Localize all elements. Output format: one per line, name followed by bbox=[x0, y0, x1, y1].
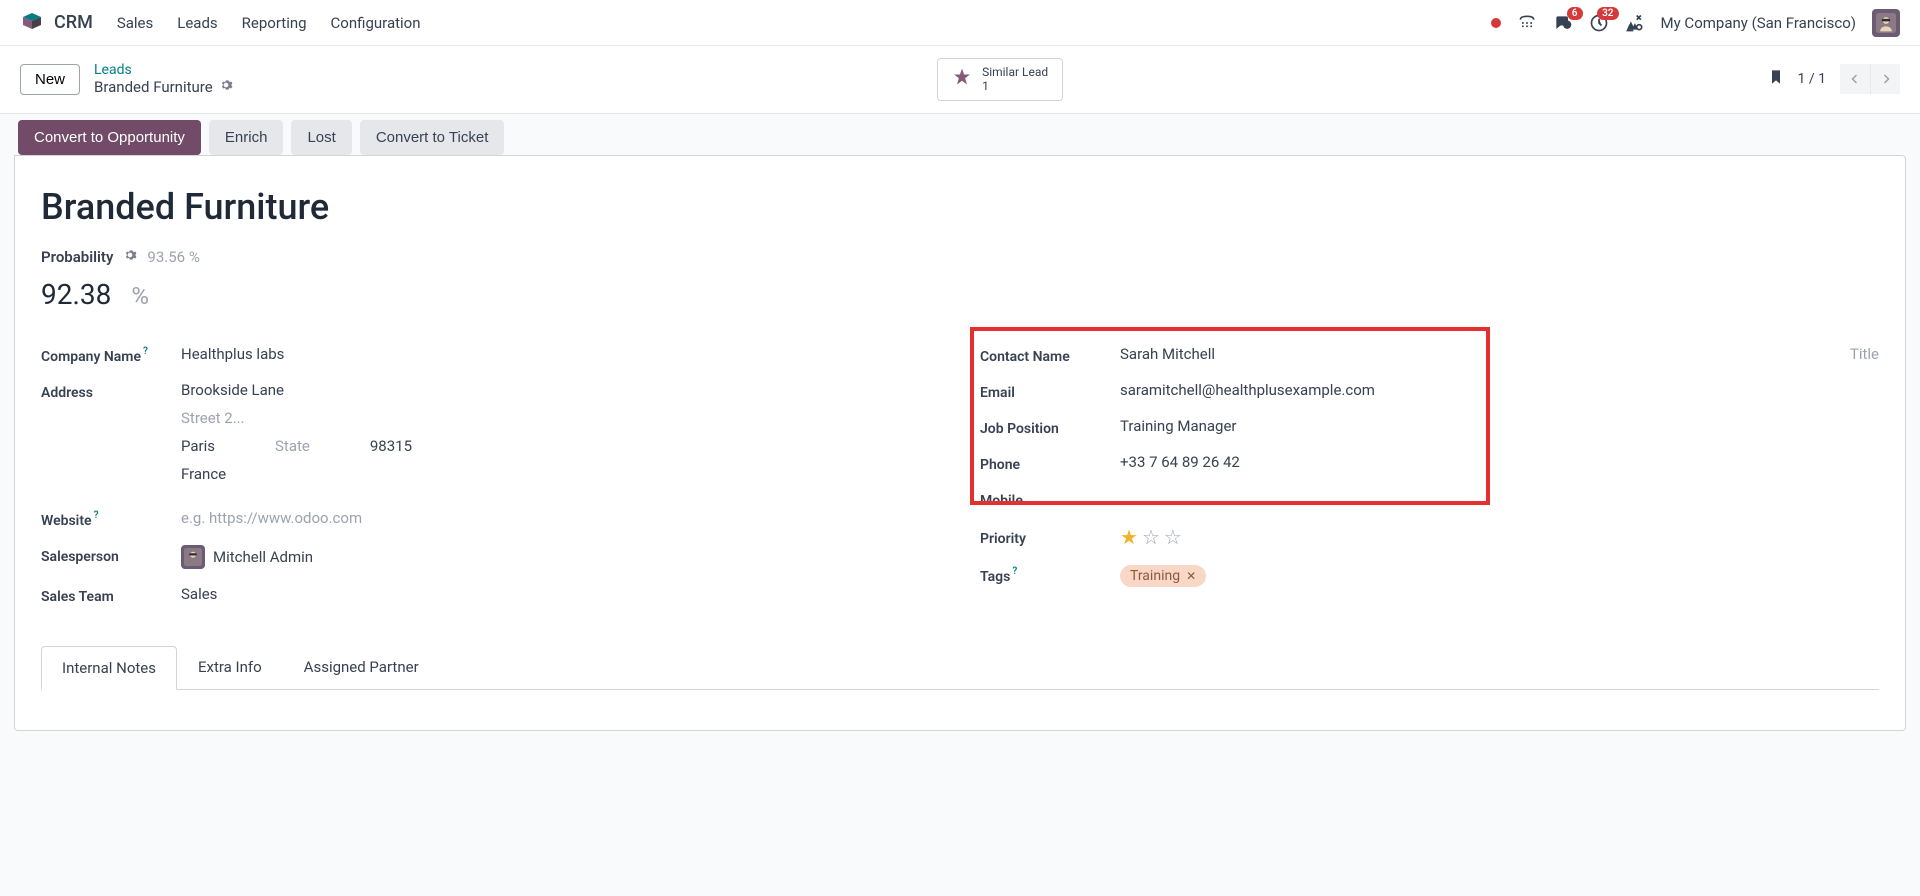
tags-label: Tags? bbox=[980, 565, 1120, 585]
debug-icon[interactable] bbox=[1625, 13, 1645, 33]
action-bar: Convert to Opportunity Enrich Lost Conve… bbox=[14, 114, 1906, 155]
messages-icon[interactable]: 6 bbox=[1553, 13, 1573, 33]
probability-value[interactable]: 92.38 bbox=[41, 278, 111, 311]
activities-badge: 32 bbox=[1597, 7, 1618, 20]
company-name-value[interactable]: Healthplus labs bbox=[181, 345, 940, 363]
enrich-button[interactable]: Enrich bbox=[209, 120, 284, 155]
phone-icon[interactable] bbox=[1517, 13, 1537, 33]
zip-input[interactable]: 98315 bbox=[370, 437, 412, 455]
company-name-label: Company Name? bbox=[41, 345, 181, 365]
bookmark-icon[interactable] bbox=[1768, 68, 1784, 90]
menu-reporting[interactable]: Reporting bbox=[242, 14, 307, 32]
help-icon[interactable]: ? bbox=[1012, 566, 1017, 577]
next-button[interactable] bbox=[1870, 64, 1900, 94]
right-column: Contact Name Sarah Mitchell Title Email … bbox=[980, 345, 1879, 621]
gear-icon[interactable] bbox=[219, 78, 233, 96]
contact-name-label: Contact Name bbox=[980, 345, 1120, 365]
help-icon[interactable]: ? bbox=[143, 346, 148, 357]
app-name[interactable]: CRM bbox=[54, 12, 93, 33]
probability-label: Probability bbox=[41, 248, 113, 266]
breadcrumb-current-text: Branded Furniture bbox=[94, 78, 213, 96]
contact-title-input[interactable]: Title bbox=[1850, 345, 1879, 363]
job-position-value[interactable]: Training Manager bbox=[1120, 417, 1879, 435]
sales-team-value[interactable]: Sales bbox=[181, 585, 940, 603]
notebook-tabs: Internal Notes Extra Info Assigned Partn… bbox=[41, 645, 1879, 689]
phone-value[interactable]: +33 7 64 89 26 42 bbox=[1120, 453, 1879, 471]
star-2-icon[interactable]: ☆ bbox=[1142, 525, 1160, 549]
similar-count: 1 bbox=[982, 79, 1048, 93]
similar-lead-button[interactable]: Similar Lead 1 bbox=[937, 58, 1063, 101]
salesperson-avatar bbox=[181, 545, 205, 569]
probability-auto: 93.56 % bbox=[147, 248, 199, 266]
menu-leads[interactable]: Leads bbox=[177, 14, 217, 32]
email-value[interactable]: saramitchell@healthplusexample.com bbox=[1120, 381, 1879, 399]
top-nav: CRM Sales Leads Reporting Configuration … bbox=[0, 0, 1920, 46]
street1-input[interactable]: Brookside Lane bbox=[181, 381, 940, 399]
star-1-icon[interactable]: ★ bbox=[1120, 525, 1138, 549]
breadcrumb-back[interactable]: Leads bbox=[94, 62, 233, 78]
street2-input[interactable]: Street 2... bbox=[181, 409, 940, 427]
probability-gear-icon[interactable] bbox=[123, 248, 137, 266]
tab-extra-info[interactable]: Extra Info bbox=[177, 645, 283, 689]
new-button[interactable]: New bbox=[20, 64, 80, 95]
help-icon[interactable]: ? bbox=[94, 510, 99, 521]
record-indicator-icon[interactable] bbox=[1491, 18, 1501, 28]
prev-button[interactable] bbox=[1840, 64, 1870, 94]
star-icon bbox=[952, 67, 972, 91]
address-label: Address bbox=[41, 381, 181, 401]
website-input[interactable]: e.g. https://www.odoo.com bbox=[181, 509, 940, 527]
main-menu: Sales Leads Reporting Configuration bbox=[117, 14, 421, 32]
star-3-icon[interactable]: ☆ bbox=[1164, 525, 1182, 549]
user-avatar[interactable] bbox=[1872, 9, 1900, 37]
probability-unit: % bbox=[131, 282, 149, 310]
menu-configuration[interactable]: Configuration bbox=[331, 14, 421, 32]
menu-sales[interactable]: Sales bbox=[117, 14, 153, 32]
website-label: Website? bbox=[41, 509, 181, 529]
contact-name-value[interactable]: Sarah Mitchell bbox=[1120, 345, 1215, 363]
tag-remove-icon[interactable]: ✕ bbox=[1186, 569, 1196, 583]
control-panel: New Leads Branded Furniture Similar Lead… bbox=[0, 46, 1920, 114]
company-selector[interactable]: My Company (San Francisco) bbox=[1661, 14, 1856, 32]
tag-training[interactable]: Training ✕ bbox=[1120, 565, 1206, 587]
salesperson-value[interactable]: Mitchell Admin bbox=[213, 548, 313, 566]
breadcrumb-current: Branded Furniture bbox=[94, 78, 233, 96]
email-label: Email bbox=[980, 381, 1120, 401]
mobile-label: Mobile bbox=[980, 489, 1120, 509]
content-area: Convert to Opportunity Enrich Lost Conve… bbox=[0, 114, 1920, 896]
convert-ticket-button[interactable]: Convert to Ticket bbox=[360, 120, 505, 155]
tab-internal-notes[interactable]: Internal Notes bbox=[41, 646, 177, 690]
tab-assigned-partner[interactable]: Assigned Partner bbox=[283, 645, 440, 689]
tag-label: Training bbox=[1130, 568, 1180, 584]
messages-badge: 6 bbox=[1567, 7, 1583, 20]
priority-label: Priority bbox=[980, 527, 1120, 547]
priority-stars[interactable]: ★ ☆ ☆ bbox=[1120, 525, 1879, 549]
pager[interactable]: 1 / 1 bbox=[1798, 71, 1826, 87]
app-logo-icon[interactable] bbox=[20, 11, 44, 35]
form-sheet: Branded Furniture Probability 93.56 % 92… bbox=[14, 155, 1906, 731]
state-input[interactable]: State bbox=[275, 437, 310, 455]
lost-button[interactable]: Lost bbox=[291, 120, 351, 155]
record-title[interactable]: Branded Furniture bbox=[41, 186, 1879, 228]
left-column: Company Name? Healthplus labs Address Br… bbox=[41, 345, 940, 621]
salesperson-label: Salesperson bbox=[41, 545, 181, 565]
city-input[interactable]: Paris bbox=[181, 437, 215, 455]
phone-label: Phone bbox=[980, 453, 1120, 473]
sales-team-label: Sales Team bbox=[41, 585, 181, 605]
activities-icon[interactable]: 32 bbox=[1589, 13, 1609, 33]
similar-label: Similar Lead bbox=[982, 65, 1048, 79]
job-position-label: Job Position bbox=[980, 417, 1120, 437]
convert-opportunity-button[interactable]: Convert to Opportunity bbox=[18, 120, 201, 155]
country-input[interactable]: France bbox=[181, 465, 940, 483]
